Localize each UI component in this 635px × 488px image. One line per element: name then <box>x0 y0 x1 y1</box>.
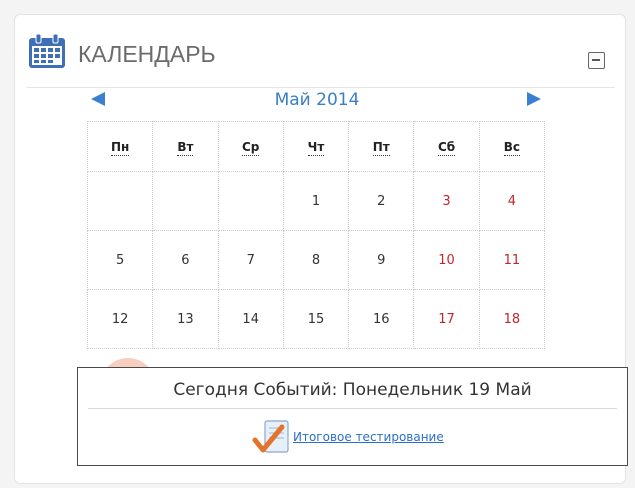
tooltip-title: Сегодня Событий: Понедельник 19 Май <box>173 380 532 400</box>
weekday-header: Ср <box>217 121 284 172</box>
weekday-header: Сб <box>413 121 480 172</box>
week-row: 12 13 14 15 16 17 18 <box>86 289 546 349</box>
day-cell[interactable]: 12 <box>86 289 154 349</box>
day-cell[interactable]: 15 <box>282 289 350 349</box>
events-tooltip: Сегодня Событий: Понедельник 19 Май Итог… <box>77 367 628 466</box>
day-cell[interactable]: 16 <box>348 289 415 349</box>
day-cell[interactable]: 6 <box>152 230 219 290</box>
day-cell-empty <box>217 171 284 231</box>
weekday-header: Вс <box>478 121 546 172</box>
day-cell-empty <box>86 171 154 231</box>
day-cell-weekend[interactable]: 4 <box>478 171 546 231</box>
day-cell-empty <box>152 171 219 231</box>
calendar-icon <box>29 33 65 68</box>
block-header: КАЛЕНДАРЬ <box>15 15 625 87</box>
weekday-header: Пт <box>348 121 415 172</box>
collapse-button[interactable] <box>588 52 605 69</box>
day-cell-weekend[interactable]: 10 <box>413 230 480 290</box>
day-cell[interactable]: 5 <box>86 230 154 290</box>
day-cell-weekend[interactable]: 11 <box>478 230 546 290</box>
day-cell[interactable]: 13 <box>152 289 219 349</box>
weekday-header: Пн <box>86 121 154 172</box>
month-navigation: Май 2014 <box>88 86 546 114</box>
day-cell[interactable]: 1 <box>282 171 350 231</box>
day-cell[interactable]: 2 <box>348 171 415 231</box>
week-row: 1 2 3 4 <box>86 171 546 231</box>
month-title[interactable]: Май 2014 <box>88 90 546 110</box>
week-row: 5 6 7 8 9 10 11 <box>86 230 546 290</box>
calendar-grid: Пн Вт Ср Чт Пт Сб Вс 1 2 3 4 5 6 7 8 9 1… <box>86 121 546 349</box>
weekday-header: Вт <box>152 121 219 172</box>
next-month-arrow-icon[interactable] <box>527 92 541 106</box>
day-cell[interactable]: 14 <box>217 289 284 349</box>
block-title: КАЛЕНДАРЬ <box>78 41 216 67</box>
day-cell[interactable]: 7 <box>217 230 284 290</box>
weekday-header: Чт <box>282 121 350 172</box>
quiz-checkmark-icon <box>252 420 289 453</box>
tooltip-divider <box>88 408 617 409</box>
event-link[interactable]: Итоговое тестирование <box>293 430 444 444</box>
day-cell-weekend[interactable]: 3 <box>413 171 480 231</box>
day-cell[interactable]: 9 <box>348 230 415 290</box>
day-cell[interactable]: 8 <box>282 230 350 290</box>
weekday-header-row: Пн Вт Ср Чт Пт Сб Вс <box>86 121 546 172</box>
day-cell-weekend[interactable]: 18 <box>478 289 546 349</box>
day-cell-weekend[interactable]: 17 <box>413 289 480 349</box>
